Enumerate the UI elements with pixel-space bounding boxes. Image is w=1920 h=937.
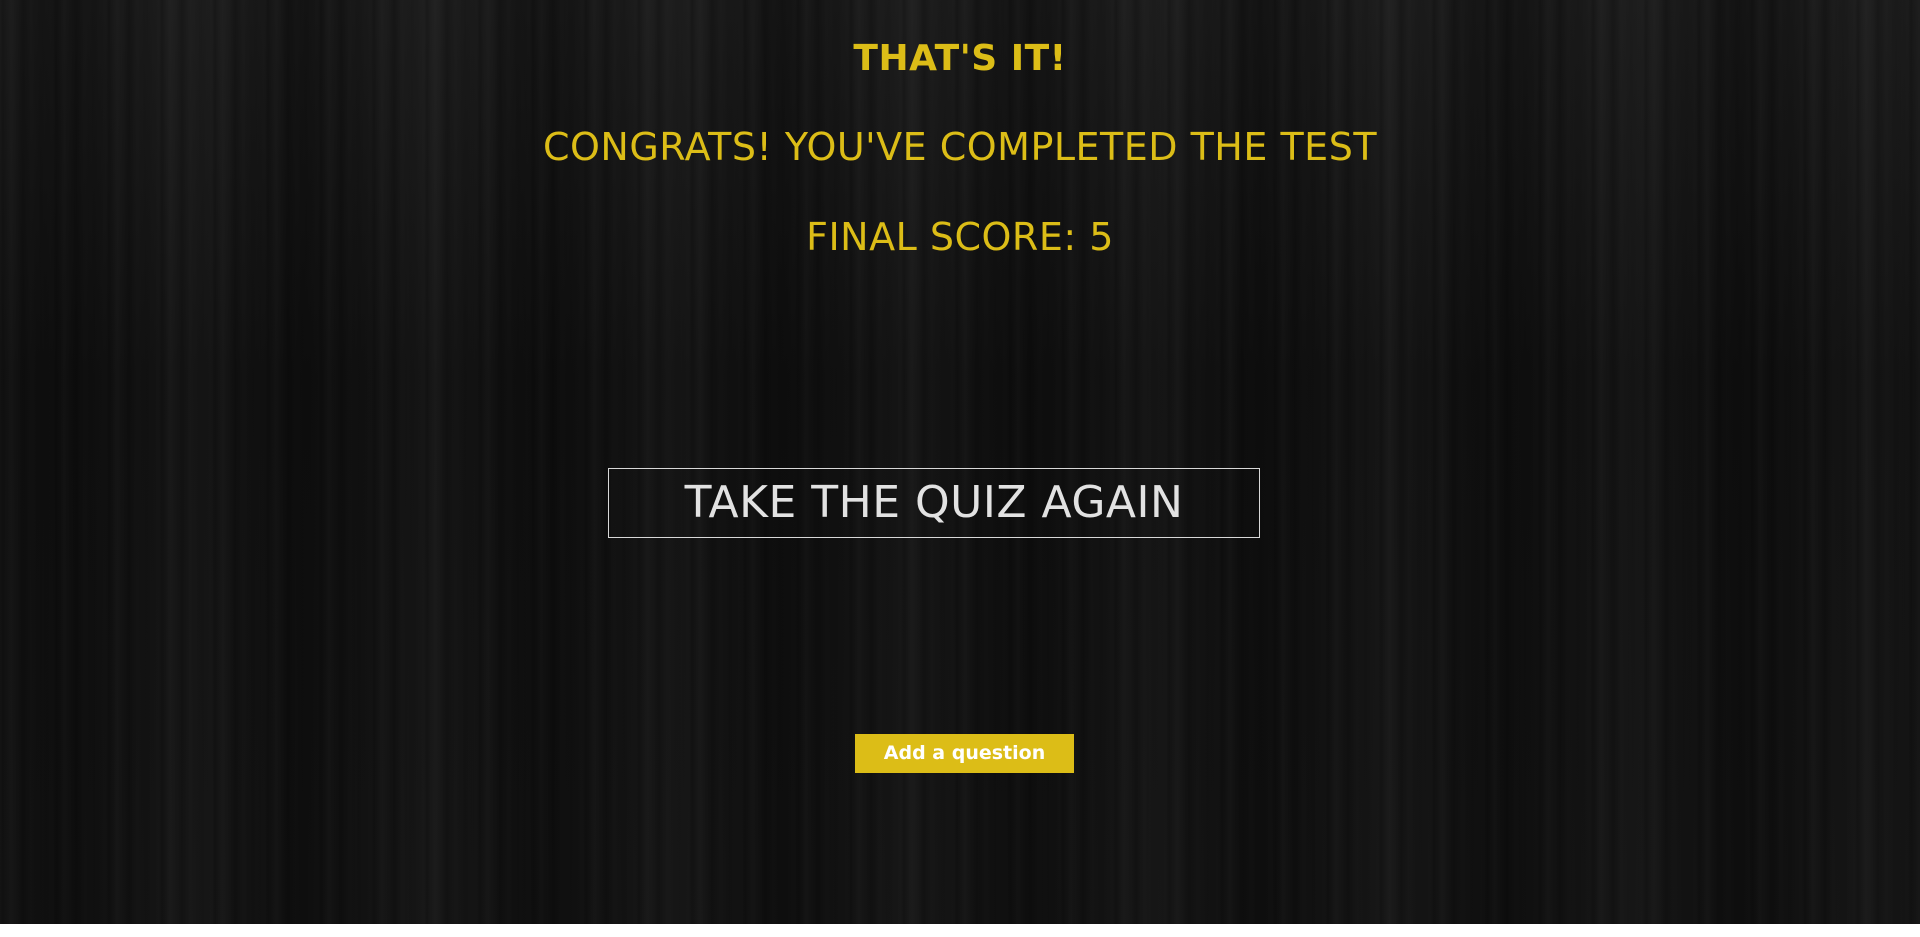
add-question-button[interactable]: Add a question xyxy=(855,734,1074,773)
page-bottom-strip xyxy=(0,924,1920,937)
congrats-message: CONGRATS! YOU'VE COMPLETED THE TEST xyxy=(542,125,1378,169)
take-quiz-again-button[interactable]: TAKE THE QUIZ AGAIN xyxy=(608,468,1260,538)
final-score: FINAL SCORE: 5 xyxy=(806,215,1114,259)
result-headline: THAT'S IT! xyxy=(853,38,1067,79)
